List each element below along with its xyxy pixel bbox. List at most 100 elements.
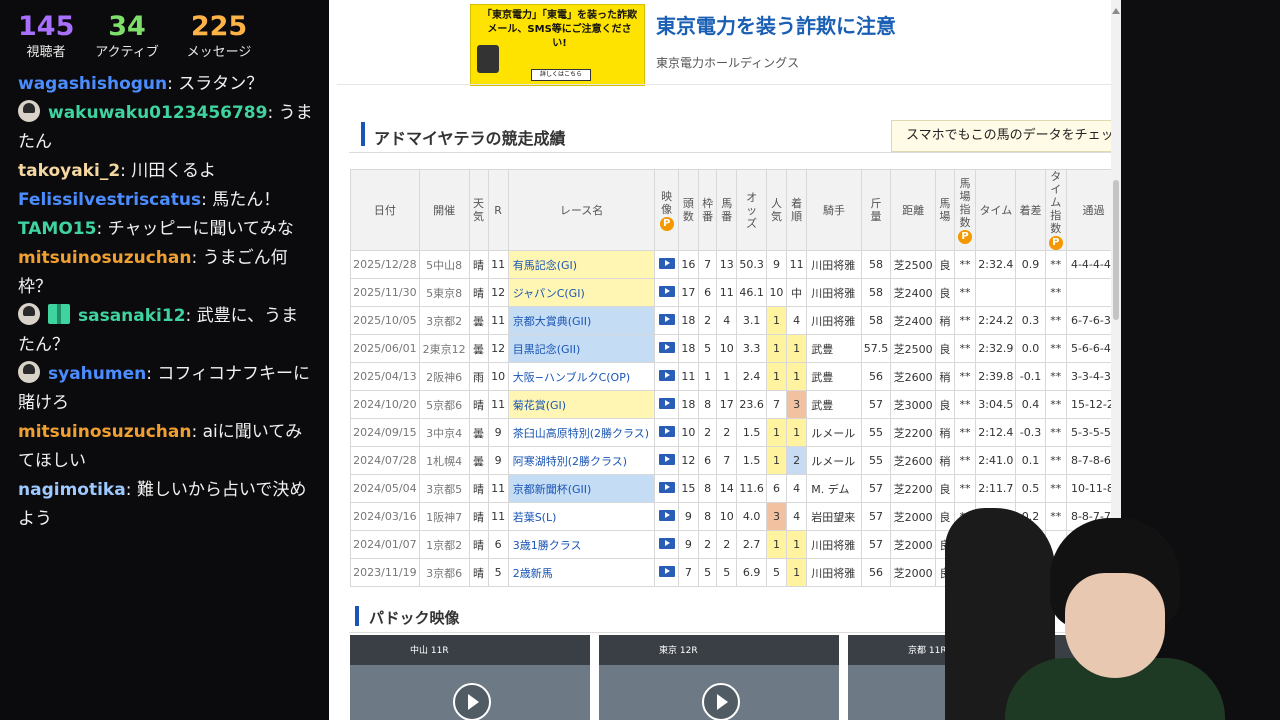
jockey-link[interactable]: 川田将雅	[806, 306, 862, 335]
jockey-link[interactable]: 武豊	[806, 334, 862, 363]
race-name-link[interactable]: 京都新聞杯(GII)	[513, 483, 592, 496]
chat-username[interactable]: nagimotika	[18, 480, 126, 500]
jockey-link[interactable]: 武豊	[806, 362, 862, 391]
column-header[interactable]: 馬場指数 P	[953, 169, 977, 251]
race-name-cell[interactable]: ジャパンC(GI)	[507, 278, 656, 307]
column-header[interactable]: 天気	[468, 169, 489, 251]
column-header[interactable]: オッズ	[736, 169, 767, 251]
race-name-link[interactable]: 阿寒湖特別(2勝クラス)	[513, 455, 627, 468]
jockey-link[interactable]: 武豊	[806, 390, 862, 419]
chat-username[interactable]: Felissilvestriscatus	[18, 190, 201, 210]
race-venue[interactable]: 3京都2	[418, 306, 470, 335]
jockey-link[interactable]: 川田将雅	[806, 558, 862, 587]
column-header[interactable]: 頭数	[677, 169, 699, 251]
race-name-link[interactable]: 3歳1勝クラス	[513, 539, 582, 552]
video-play-icon[interactable]	[658, 342, 675, 353]
race-name-cell[interactable]: 有馬記念(GI)	[507, 250, 656, 279]
column-header[interactable]: 枠番	[697, 169, 718, 251]
race-date[interactable]: 2023/11/19	[350, 558, 420, 587]
jockey-link[interactable]: 川田将雅	[806, 530, 862, 559]
race-name-cell[interactable]: 京都大賞典(GII)	[507, 306, 656, 335]
chat-username[interactable]: mitsuinosuzuchan	[18, 248, 191, 268]
race-venue[interactable]: 5京都6	[418, 390, 470, 419]
chat-username[interactable]: mitsuinosuzuchan	[18, 422, 191, 442]
play-button-icon[interactable]	[453, 683, 491, 720]
video-cell[interactable]	[654, 446, 679, 475]
jockey-link[interactable]: 岩田望来	[806, 502, 862, 531]
play-button-icon[interactable]	[702, 683, 740, 720]
column-header[interactable]: R	[487, 169, 509, 251]
race-name-link[interactable]: 目黒記念(GII)	[513, 343, 581, 356]
chat-username[interactable]: sasanaki12	[78, 306, 186, 326]
video-play-icon[interactable]	[658, 286, 675, 297]
race-name-cell[interactable]: 茶臼山高原特別(2勝クラス)	[507, 418, 656, 447]
race-venue[interactable]: 1札幌4	[418, 446, 470, 475]
race-name-link[interactable]: 若葉S(L)	[513, 511, 557, 524]
column-header[interactable]: 馬場	[934, 169, 955, 251]
race-venue[interactable]: 3京都6	[418, 558, 470, 587]
column-header[interactable]: 距離	[890, 169, 936, 251]
video-play-icon[interactable]	[658, 566, 675, 577]
video-cell[interactable]	[654, 558, 679, 587]
video-play-icon[interactable]	[658, 398, 675, 409]
scroll-up-arrow-icon[interactable]	[1112, 8, 1120, 14]
chat-username[interactable]: wakuwaku0123456789	[48, 103, 267, 123]
video-play-icon[interactable]	[658, 454, 675, 465]
race-venue[interactable]: 1阪神7	[418, 502, 470, 531]
ad-title-link[interactable]: 東京電力を装う詐欺に注意	[656, 10, 896, 39]
race-name-cell[interactable]: 菊花賞(GI)	[507, 390, 656, 419]
smartphone-check-button[interactable]: スマホでもこの馬のデータをチェッ	[891, 120, 1121, 152]
race-name-link[interactable]: 有馬記念(GI)	[513, 259, 577, 272]
race-name-cell[interactable]: 阿寒湖特別(2勝クラス)	[507, 446, 656, 475]
video-play-icon[interactable]	[658, 426, 675, 437]
race-name-link[interactable]: ジャパンC(GI)	[513, 287, 585, 300]
video-cell[interactable]	[654, 502, 679, 531]
column-header[interactable]: 着差	[1015, 169, 1046, 251]
video-cell[interactable]	[654, 250, 679, 279]
video-play-icon[interactable]	[658, 482, 675, 493]
race-venue[interactable]: 2阪神6	[418, 362, 470, 391]
column-header[interactable]: タイム	[975, 169, 1017, 251]
paddock-video-thumbnail[interactable]: 東京 12R	[599, 635, 839, 720]
video-play-icon[interactable]	[658, 538, 675, 549]
race-name-cell[interactable]: 大阪−ハンブルクC(OP)	[507, 362, 656, 391]
race-venue[interactable]: 5中山8	[418, 250, 470, 279]
race-name-cell[interactable]: 京都新聞杯(GII)	[507, 474, 656, 503]
column-header[interactable]: 映像 P	[654, 169, 679, 251]
column-header[interactable]: タイム指数 P	[1044, 169, 1067, 251]
race-date[interactable]: 2024/10/20	[350, 390, 420, 419]
chat-username[interactable]: TAMO15	[18, 219, 96, 239]
chat-username[interactable]: wagashishogun	[18, 74, 167, 94]
race-date[interactable]: 2024/01/07	[350, 530, 420, 559]
jockey-link[interactable]: 川田将雅	[806, 250, 862, 279]
race-venue[interactable]: 3中京4	[418, 418, 470, 447]
race-date[interactable]: 2024/03/16	[350, 502, 420, 531]
column-header[interactable]: 開催	[418, 169, 470, 251]
video-cell[interactable]	[654, 474, 679, 503]
paddock-video-thumbnail[interactable]: 中山 11R	[350, 635, 590, 720]
column-header[interactable]: 斤量	[860, 169, 892, 251]
column-header[interactable]: 馬番	[716, 169, 738, 251]
column-header[interactable]: レース名	[507, 169, 656, 251]
video-play-icon[interactable]	[658, 314, 675, 325]
ad-details-button[interactable]: 詳しくはこちら	[531, 69, 591, 81]
video-cell[interactable]	[654, 418, 679, 447]
video-cell[interactable]	[654, 390, 679, 419]
video-cell[interactable]	[654, 278, 679, 307]
jockey-link[interactable]: M. デム	[806, 474, 862, 503]
race-name-link[interactable]: 2歳新馬	[513, 567, 553, 580]
scrollbar-thumb[interactable]	[1113, 180, 1119, 320]
video-play-icon[interactable]	[658, 370, 675, 381]
ad-banner[interactable]: 「東京電力」「東電」を装った詐欺メール、SMS等にご注意ください! 詳しくはこち…	[470, 4, 645, 86]
jockey-link[interactable]: ルメール	[806, 418, 862, 447]
column-header[interactable]: 日付	[350, 169, 420, 251]
race-date[interactable]: 2025/10/05	[350, 306, 420, 335]
race-venue[interactable]: 1京都2	[418, 530, 470, 559]
video-play-icon[interactable]	[658, 258, 675, 269]
column-header[interactable]: 人気	[765, 169, 788, 251]
race-date[interactable]: 2024/05/04	[350, 474, 420, 503]
race-date[interactable]: 2024/09/15	[350, 418, 420, 447]
race-date[interactable]: 2025/12/28	[350, 250, 420, 279]
video-cell[interactable]	[654, 362, 679, 391]
race-venue[interactable]: 5東京8	[418, 278, 470, 307]
